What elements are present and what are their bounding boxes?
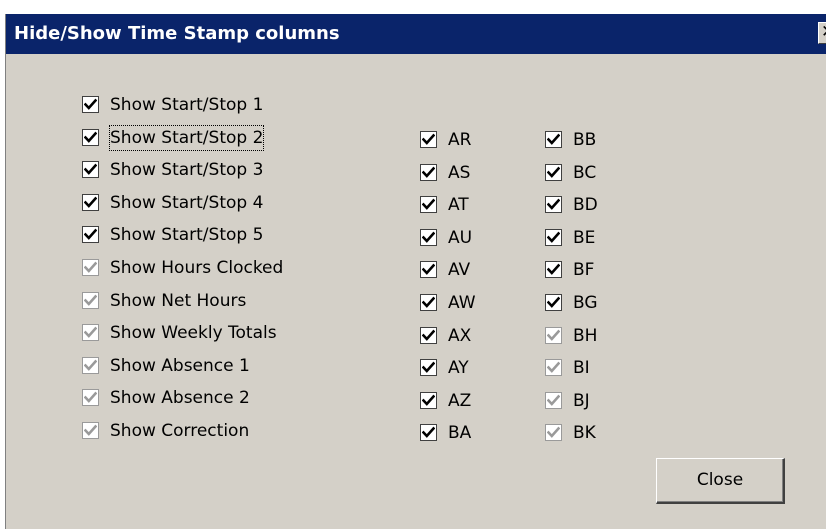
checkbox-box[interactable] <box>420 294 437 311</box>
checkmark-icon <box>422 263 435 275</box>
checkmark-icon <box>547 133 560 145</box>
checkbox-label: AV <box>448 260 471 280</box>
checkmark-icon <box>84 196 97 208</box>
checkmark-icon <box>84 163 97 175</box>
checkbox-box[interactable] <box>82 194 99 211</box>
close-icon[interactable]: ✕ <box>818 22 826 44</box>
dialog-window: Hide/Show Time Stamp columns ✕ Show Star… <box>5 14 826 529</box>
checkmark-icon <box>84 131 97 143</box>
checkbox-label: AY <box>448 358 469 378</box>
checkbox-box[interactable] <box>545 261 562 278</box>
checkbox-label: Show Start/Stop 3 <box>110 160 264 180</box>
checkbox-box[interactable] <box>420 392 437 409</box>
checkbox-label: Show Weekly Totals <box>110 323 277 343</box>
checkmark-icon <box>84 228 97 240</box>
title-bar[interactable]: Hide/Show Time Stamp columns <box>6 14 826 54</box>
checkmark-icon <box>547 198 560 210</box>
checkbox-box[interactable] <box>420 261 437 278</box>
close-button[interactable]: Close <box>656 458 785 504</box>
checkmark-icon <box>84 424 97 436</box>
checkmark-icon <box>84 391 97 403</box>
checkmark-icon <box>84 326 97 338</box>
checkmark-icon <box>422 296 435 308</box>
checkbox-box[interactable] <box>420 424 437 441</box>
checkmark-icon <box>422 329 435 341</box>
checkbox-label: Show Absence 2 <box>110 388 250 408</box>
checkmark-icon <box>547 296 560 308</box>
checkbox-box <box>545 359 562 376</box>
checkmark-icon <box>84 261 97 273</box>
checkbox-box[interactable] <box>420 164 437 181</box>
checkbox-label: AT <box>448 195 469 215</box>
checkbox-box[interactable] <box>420 229 437 246</box>
checkbox-label: Show Correction <box>110 421 250 441</box>
checkbox-box <box>82 292 99 309</box>
checkbox-label: Show Start/Stop 5 <box>110 225 264 245</box>
checkbox-label: AU <box>448 228 473 248</box>
checkbox-label: BD <box>573 195 598 215</box>
checkbox-label: BF <box>573 260 595 280</box>
checkbox-box[interactable] <box>82 226 99 243</box>
checkmark-icon <box>547 166 560 178</box>
checkbox-box <box>82 357 99 374</box>
checkbox-box <box>82 422 99 439</box>
checkmark-icon <box>547 329 560 341</box>
checkbox-box[interactable] <box>545 164 562 181</box>
checkbox-label: AS <box>448 163 471 183</box>
checkbox-label: BE <box>573 228 596 248</box>
checkmark-icon <box>84 98 97 110</box>
checkmark-icon <box>422 426 435 438</box>
checkbox-label: BJ <box>573 391 590 411</box>
checkbox-label: BH <box>573 326 598 346</box>
checkbox-label: AR <box>448 130 472 150</box>
checkbox-box <box>545 424 562 441</box>
checkbox-label: Show Start/Stop 4 <box>110 193 264 213</box>
checkmark-icon <box>547 361 560 373</box>
checkbox-box <box>82 324 99 341</box>
checkbox-box[interactable] <box>82 96 99 113</box>
checkmark-icon <box>422 394 435 406</box>
checkbox-label: BI <box>573 358 590 378</box>
checkbox-box[interactable] <box>545 294 562 311</box>
checkmark-icon <box>422 361 435 373</box>
checkbox-label: Show Absence 1 <box>110 356 250 376</box>
checkbox-box <box>82 259 99 276</box>
checkmark-icon <box>547 426 560 438</box>
checkbox-label: BK <box>573 423 596 443</box>
checkbox-label: Show Hours Clocked <box>110 258 284 278</box>
checkbox-label: BC <box>573 163 597 183</box>
checkbox-label: BG <box>573 293 598 313</box>
checkmark-icon <box>547 231 560 243</box>
checkbox-label: BB <box>573 130 597 150</box>
checkbox-box[interactable] <box>420 196 437 213</box>
checkbox-box <box>82 389 99 406</box>
checkbox-box[interactable] <box>82 129 99 146</box>
checkmark-icon <box>422 198 435 210</box>
checkbox-label: BA <box>448 423 472 443</box>
checkmark-icon <box>422 133 435 145</box>
checkbox-box[interactable] <box>420 359 437 376</box>
checkbox-label: AW <box>448 293 476 313</box>
checkbox-box[interactable] <box>420 327 437 344</box>
checkbox-label: Show Start/Stop 1 <box>110 95 264 115</box>
checkbox-label: AX <box>448 326 472 346</box>
checkmark-icon <box>84 294 97 306</box>
checkmark-icon <box>422 166 435 178</box>
checkmark-icon <box>84 359 97 371</box>
checkbox-box[interactable] <box>545 131 562 148</box>
checkmark-icon <box>547 263 560 275</box>
checkbox-label: AZ <box>448 391 472 411</box>
checkbox-box <box>545 327 562 344</box>
checkbox-box[interactable] <box>82 161 99 178</box>
checkbox-box[interactable] <box>545 196 562 213</box>
dialog-title: Hide/Show Time Stamp columns <box>14 23 340 44</box>
checkbox-box[interactable] <box>420 131 437 148</box>
checkbox-label: Show Start/Stop 2 <box>108 125 265 151</box>
checkmark-icon <box>422 231 435 243</box>
checkbox-box <box>545 392 562 409</box>
checkmark-icon <box>547 394 560 406</box>
checkbox-box[interactable] <box>545 229 562 246</box>
checkbox-label: Show Net Hours <box>110 291 247 311</box>
